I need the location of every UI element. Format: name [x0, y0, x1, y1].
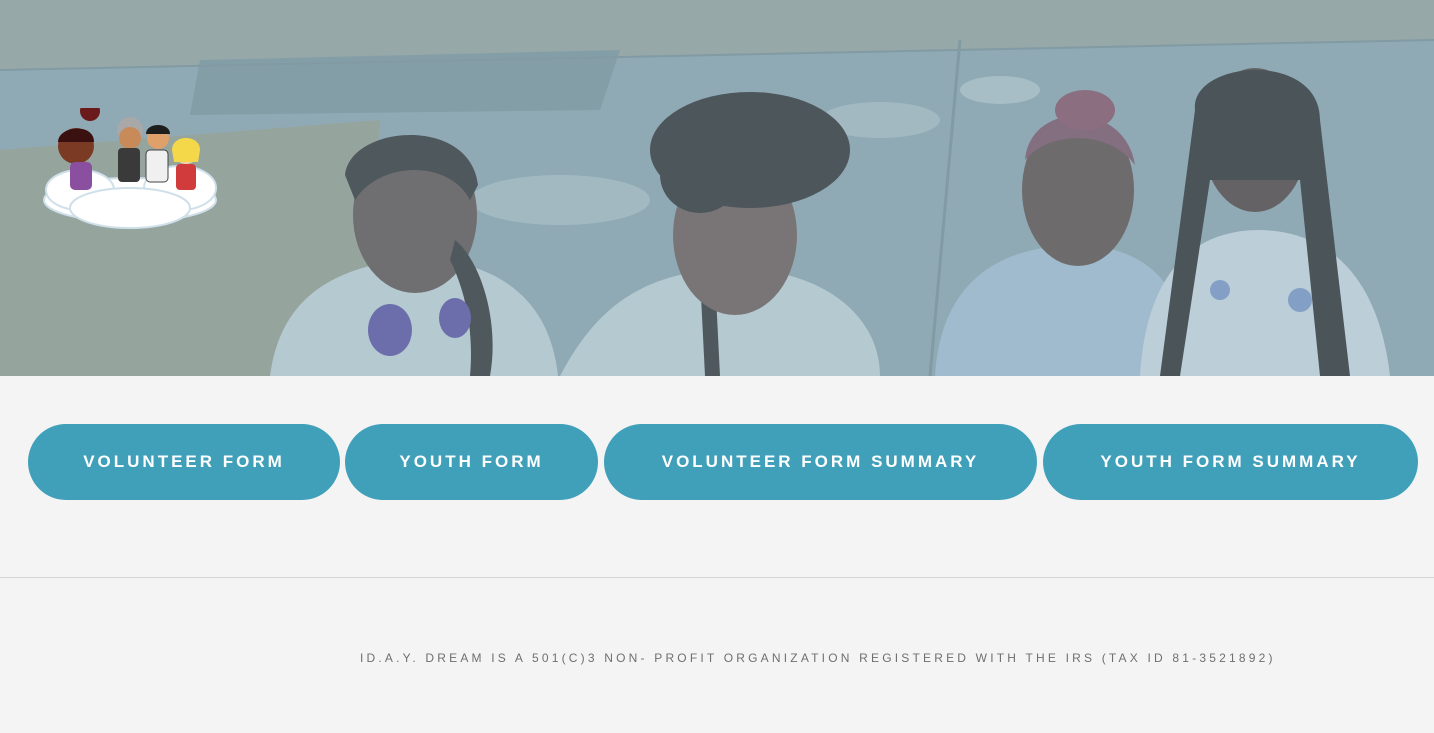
cartoon-kids-on-cloud-logo[interactable] — [40, 108, 220, 232]
footer-legal-text: ID.A.Y. DREAM IS A 501(C)3 NON- PROFIT O… — [360, 651, 1276, 665]
volunteer-form-summary-button[interactable]: VOLUNTEER FORM SUMMARY — [604, 424, 1037, 500]
hero-banner — [0, 0, 1434, 376]
footer-divider — [0, 577, 1434, 578]
volunteer-form-button[interactable]: VOLUNTEER FORM — [28, 424, 340, 500]
youth-form-button[interactable]: YOUTH FORM — [345, 424, 598, 500]
youth-form-summary-button[interactable]: YOUTH FORM SUMMARY — [1043, 424, 1418, 500]
form-button-row: VOLUNTEER FORM YOUTH FORM VOLUNTEER FORM… — [0, 424, 1434, 500]
